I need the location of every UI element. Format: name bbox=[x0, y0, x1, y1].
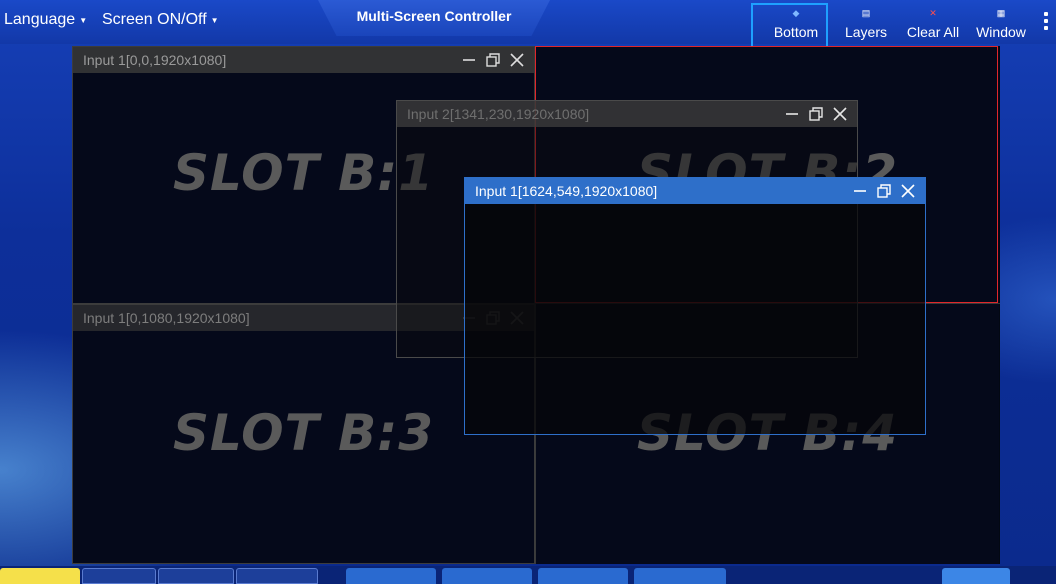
restore-icon[interactable] bbox=[484, 51, 502, 69]
bottom-tab[interactable] bbox=[942, 568, 1010, 584]
window-title: Input 2[1341,230,1920x1080] bbox=[407, 106, 590, 122]
language-menu[interactable]: Language ▼ bbox=[4, 11, 87, 29]
layers-button-label: Layers bbox=[844, 24, 888, 40]
bottom-tab[interactable] bbox=[538, 568, 628, 584]
input-window-3-active[interactable]: Input 1[1624,549,1920x1080] bbox=[464, 177, 926, 435]
close-icon[interactable] bbox=[831, 105, 849, 123]
close-icon[interactable] bbox=[899, 182, 917, 200]
clear-all-button-label: Clear All bbox=[906, 24, 960, 40]
clear-all-button[interactable]: ✕ Clear All bbox=[902, 2, 964, 42]
window-button-label: Window bbox=[976, 24, 1026, 40]
restore-icon[interactable] bbox=[875, 182, 893, 200]
layers-button[interactable]: ▤ Layers bbox=[840, 2, 892, 42]
chevron-down-icon: ▼ bbox=[79, 15, 88, 25]
bottom-tab[interactable] bbox=[346, 568, 436, 584]
minimize-icon[interactable] bbox=[460, 51, 478, 69]
language-menu-label: Language bbox=[4, 11, 76, 28]
bottom-tab[interactable] bbox=[634, 568, 726, 584]
window-titlebar[interactable]: Input 1[0,0,1920x1080] bbox=[73, 47, 534, 73]
window-button[interactable]: ▦ Window bbox=[970, 2, 1032, 42]
window-titlebar[interactable]: Input 2[1341,230,1920x1080] bbox=[397, 101, 857, 127]
close-icon[interactable] bbox=[508, 51, 526, 69]
bottom-tab[interactable] bbox=[0, 568, 80, 584]
window-title: Input 1[1624,549,1920x1080] bbox=[475, 183, 658, 199]
screen-onoff-menu-label: Screen ON/Off bbox=[102, 11, 207, 28]
window-title: Input 1[0,0,1920x1080] bbox=[83, 52, 227, 68]
minimize-icon[interactable] bbox=[851, 182, 869, 200]
minimize-icon[interactable] bbox=[783, 105, 801, 123]
layers-icon: ▤ bbox=[861, 8, 871, 18]
bottom-tab[interactable] bbox=[82, 568, 156, 584]
chevron-down-icon: ▼ bbox=[210, 15, 219, 25]
window-icon: ▦ bbox=[996, 8, 1006, 18]
bottom-tab[interactable] bbox=[236, 568, 318, 584]
bottom-tab[interactable] bbox=[442, 568, 532, 584]
close-icon: ✕ bbox=[929, 8, 937, 18]
screen-onoff-menu[interactable]: Screen ON/Off ▼ bbox=[102, 11, 219, 29]
app-title: Multi-Screen Controller bbox=[356, 8, 512, 24]
more-menu-icon[interactable] bbox=[1044, 12, 1052, 30]
restore-icon[interactable] bbox=[807, 105, 825, 123]
bottom-tab[interactable] bbox=[158, 568, 234, 584]
window-titlebar[interactable]: Input 1[1624,549,1920x1080] bbox=[465, 178, 925, 204]
